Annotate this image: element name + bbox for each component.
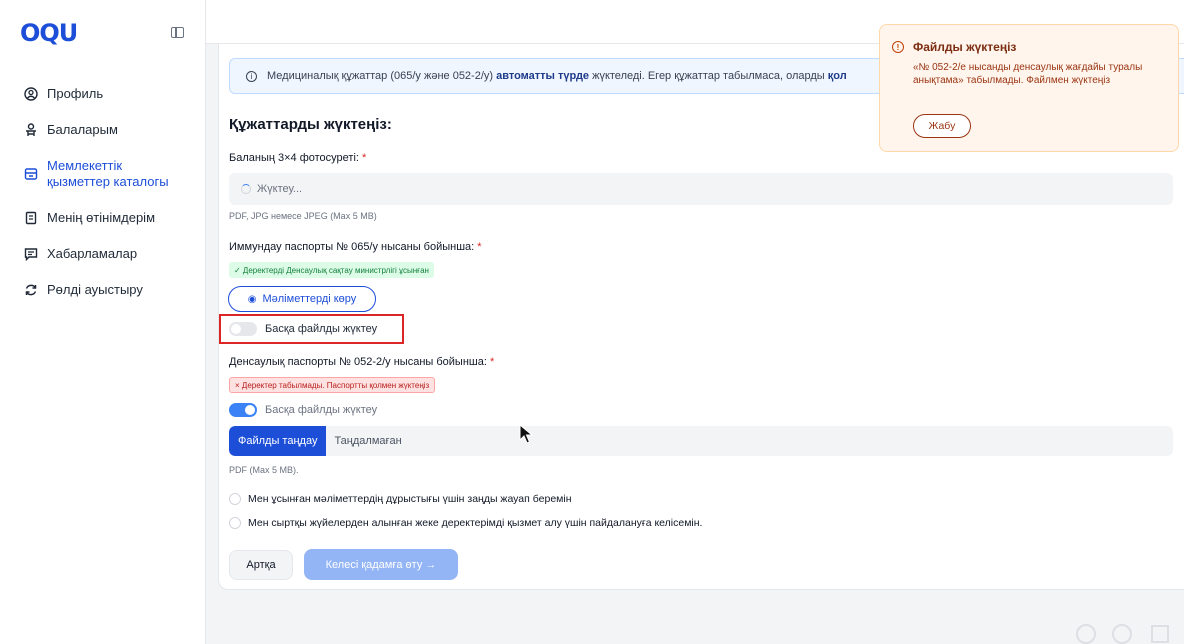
mouse-cursor-icon <box>519 424 533 444</box>
eye-icon: ◉ <box>247 293 257 305</box>
toggle-switch[interactable] <box>229 403 257 417</box>
radio-button[interactable] <box>229 517 241 529</box>
info-icon: i <box>246 70 257 82</box>
sidebar: OQU Профиль Балаларым Мемлекеттік қызмет… <box>0 0 206 644</box>
sidebar-item-notifications[interactable]: Хабарламалар <box>0 236 206 272</box>
photo-upload[interactable]: Жүктеу... <box>229 173 1173 205</box>
children-icon <box>24 123 38 137</box>
back-button[interactable]: Артқа <box>229 550 293 580</box>
consent-personal-data[interactable]: Мен сыртқы жүйелерден алынған жеке дерек… <box>229 517 702 529</box>
photo-hint: PDF, JPG немесе JPEG (Max 5 MB) <box>229 211 377 221</box>
warning-toast: ! Файлды жүктеңіз «№ 052-2/е нысанды ден… <box>879 24 1179 152</box>
catalog-icon <box>24 167 38 181</box>
required-mark: * <box>489 356 495 368</box>
error-badge: × Деректер табылмады. Паспортты қолмен ж… <box>229 377 436 393</box>
toggle-label: Басқа файлды жүктеу <box>265 323 378 335</box>
toggle-upload-other-2[interactable]: Басқа файлды жүктеу <box>229 403 377 417</box>
radio-button[interactable] <box>229 493 241 505</box>
health-label: Денсаулық паспорты № 052-2/у нысаны бойы… <box>229 356 495 368</box>
sidebar-item-label: Хабарламалар <box>47 246 138 261</box>
sidebar-item-services-catalog[interactable]: Мемлекеттік қызметтер каталогы <box>0 148 206 200</box>
success-badge: ✓ Деректерді Денсаулық сақтау министрліг… <box>229 262 434 278</box>
logo[interactable]: OQU <box>20 19 78 47</box>
photo-label: Баланың 3×4 фотосуреті: * <box>229 152 367 164</box>
required-mark: * <box>477 241 482 253</box>
view-details-button[interactable]: ◉ Мәліметтерді көру <box>228 286 376 312</box>
consent-responsibility[interactable]: Мен ұсынған мәліметтердің дұрыстығы үшін… <box>229 493 572 505</box>
sidebar-item-label: Мемлекеттік қызметтер каталогы <box>47 158 169 189</box>
section-title: Құжаттарды жүктеңіз: <box>229 116 392 133</box>
file-hint: PDF (Max 5 MB). <box>229 465 299 475</box>
sidebar-collapse-icon[interactable] <box>171 27 184 38</box>
toggle-label: Басқа файлды жүктеу <box>265 404 378 416</box>
message-icon <box>24 247 38 261</box>
sidebar-item-label: Рөлді ауыстыру <box>47 282 143 297</box>
sidebar-item-children[interactable]: Балаларым <box>0 112 206 148</box>
next-step-button[interactable]: Келесі қадамға өту → <box>304 549 458 580</box>
sidebar-item-label: Менің өтінімдерім <box>47 210 156 225</box>
file-status: Таңдалмаған <box>334 435 402 447</box>
toast-title: Файлды жүктеңіз <box>913 40 1017 54</box>
spinner-icon <box>241 184 251 194</box>
file-input[interactable]: Файлды таңдау Таңдалмаған <box>229 426 1173 456</box>
user-circle-icon <box>24 87 38 101</box>
feedback-icons <box>1076 624 1169 644</box>
toast-close-button[interactable]: Жабу <box>913 114 971 138</box>
required-mark: * <box>362 152 367 164</box>
upload-status: Жүктеу... <box>257 183 303 195</box>
choose-file-button[interactable]: Файлды таңдау <box>229 426 327 456</box>
sidebar-item-label: Балаларым <box>47 122 118 137</box>
immun-label: Иммундау паспорты № 065/у нысаны бойынша… <box>229 241 482 253</box>
sidebar-item-switch-role[interactable]: Рөлді ауыстыру <box>0 272 206 308</box>
sidebar-item-label: Профиль <box>47 86 104 101</box>
refresh-icon <box>24 283 38 297</box>
sidebar-item-my-applications[interactable]: Менің өтінімдерім <box>0 200 206 236</box>
toggle-switch[interactable] <box>229 322 257 336</box>
logo-text: OQU <box>20 19 78 47</box>
sidebar-nav: Профиль Балаларым Мемлекеттік қызметтер … <box>0 76 206 308</box>
toast-message: «№ 052-2/е нысанды денсаулық жағдайы тур… <box>913 62 1143 86</box>
toggle-upload-other-1[interactable]: Басқа файлды жүктеу <box>229 322 377 336</box>
clipboard-icon <box>24 211 38 225</box>
warning-icon: ! <box>892 41 904 53</box>
banner-text: Медициналық құжаттар (065/у және 052-2/у… <box>267 70 847 82</box>
sidebar-item-profile[interactable]: Профиль <box>0 76 206 112</box>
